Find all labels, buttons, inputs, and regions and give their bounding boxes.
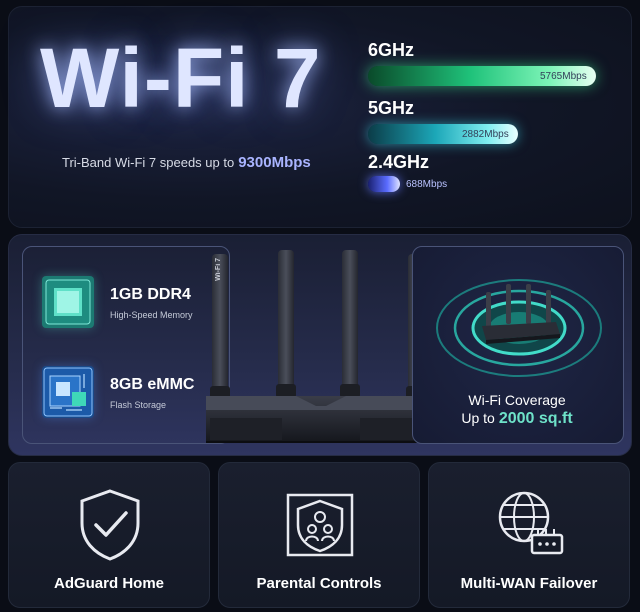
speed-value-24ghz: 688Mbps — [406, 179, 448, 190]
router-illustration — [206, 250, 436, 443]
coverage-line2: Up to 2000 sq.ft — [412, 410, 622, 428]
feature-card-multiwan: Multi-WAN Failover — [428, 462, 630, 608]
coverage-highlight: 2000 sq.ft — [498, 410, 573, 427]
hero-subtitle-highlight: 9300Mbps — [238, 154, 311, 171]
memory-chip-icon — [42, 276, 94, 328]
parental-shield-icon — [286, 493, 354, 557]
hero-subtitle: Tri-Band Wi-Fi 7 speeds up to 9300Mbps — [62, 154, 311, 171]
feature-label-adguard: AdGuard Home — [53, 575, 164, 592]
shield-check-icon — [80, 489, 140, 561]
coverage-rings-icon — [436, 279, 602, 377]
antenna — [340, 250, 360, 398]
spec-title-ddr4: 1GB DDR4 — [110, 286, 191, 303]
speed-value-5ghz: 2882Mbps — [462, 129, 509, 140]
spec-title-emmc: 8GB eMMC — [110, 376, 195, 393]
globe-network-icon — [498, 491, 564, 555]
coverage-prefix: Up to — [461, 410, 495, 426]
feature-card-adguard: AdGuard Home — [8, 462, 210, 608]
spec-subtitle-emmc: Flash Storage — [110, 400, 167, 410]
feature-card-parental: Parental Controls — [218, 462, 420, 608]
antenna — [276, 250, 296, 398]
feature-label-multiwan: Multi-WAN Failover — [460, 575, 598, 592]
storage-chip-icon — [42, 366, 94, 418]
hero-subtitle-text: Tri-Band Wi-Fi 7 speeds up to — [62, 155, 235, 170]
router-brand-label: Wi-Fi 7 — [215, 258, 222, 281]
band-label-24ghz: 2.4GHz — [368, 152, 430, 172]
speed-bar-24ghz — [368, 176, 400, 192]
band-label-5ghz: 5GHz — [368, 98, 415, 118]
spec-subtitle-ddr4: High-Speed Memory — [110, 310, 193, 320]
coverage-line1: Wi-Fi Coverage — [468, 392, 566, 408]
feature-label-parental: Parental Controls — [256, 575, 382, 592]
speed-value-6ghz: 5765Mbps — [540, 71, 587, 82]
band-label-6ghz: 6GHz — [368, 40, 415, 60]
hero-title: Wi-Fi 7 — [40, 31, 322, 125]
